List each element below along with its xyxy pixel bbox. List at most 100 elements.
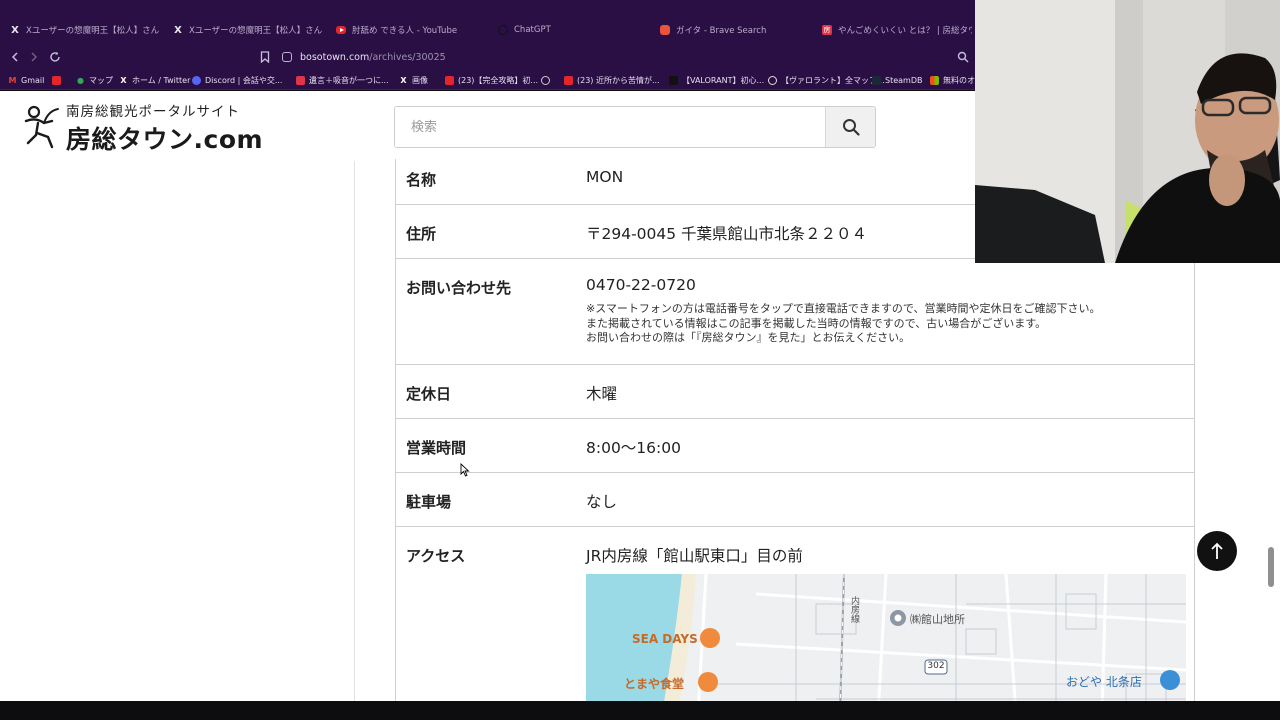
tab-title: ChatGPT: [514, 25, 551, 35]
bookmark-item[interactable]: ● マップ: [76, 73, 113, 87]
bookmark-item[interactable]: 【ヴァロラント】全マップ...: [768, 73, 885, 87]
search-icon: [842, 119, 860, 136]
row-label: 住所: [406, 225, 437, 243]
browser-tab[interactable]: 房 やんごめくいくい とは？ | 房総タウン.com: [822, 21, 972, 39]
bookmark-item[interactable]: [541, 73, 550, 87]
row-value: 木曜: [586, 385, 618, 403]
bookmark-label: SteamDB: [885, 75, 923, 85]
bookmark-icon[interactable]: [256, 48, 274, 66]
row-value: MON: [586, 168, 624, 186]
chatgpt-icon: [498, 25, 508, 35]
bookmark-item[interactable]: [52, 73, 61, 87]
browser-tab[interactable]: 肘舐め できる人 - YouTube: [336, 21, 486, 39]
map-label: とまや食堂: [624, 677, 685, 691]
bookmark-item[interactable]: 【VALORANT】初心...: [669, 73, 764, 87]
url-domain: bosotown.com: [300, 51, 370, 63]
info-row-hours: 営業時間 8:00〜16:00: [396, 419, 1194, 473]
youtube-icon: [445, 75, 454, 85]
bookmark-label: 画像: [412, 75, 428, 85]
youtube-icon: [52, 75, 61, 85]
bookmark-label: 【VALORANT】初心...: [682, 75, 765, 85]
tab-title: Xユーザーの惣魔明王【松人】さん: 「https: [26, 26, 160, 36]
note-line: お問い合わせの際は「『房総タウン』を見た」とお伝えください。: [586, 331, 911, 344]
row-label: 定休日: [406, 385, 452, 403]
tab-title: Xユーザーの惣魔明王【松人】さん: 「https: [189, 26, 323, 36]
bookmark-item[interactable]: (23) 近所から苦情が...: [564, 73, 660, 87]
sidebar-divider: [354, 161, 355, 701]
bookmark-label: Gmail: [21, 75, 45, 85]
maps-icon: ●: [77, 75, 84, 85]
web-icon: [768, 75, 777, 85]
row-value: 8:00〜16:00: [586, 439, 681, 457]
x-icon: X: [400, 75, 407, 85]
youtube-icon: [564, 75, 573, 85]
search-button[interactable]: [825, 107, 875, 147]
bookmark-item[interactable]: Discord | 会話や交...: [192, 73, 282, 87]
steamdb-icon: [872, 75, 881, 85]
logo-runner-icon: [24, 105, 59, 149]
taskbar-strip: [0, 701, 1280, 720]
site-title: 房総タウン.com: [66, 125, 264, 154]
browser-tab[interactable]: X Xユーザーの惣魔明王【松人】さん: 「https: [173, 21, 323, 39]
scroll-to-top-button[interactable]: [1197, 531, 1237, 571]
bookmark-item[interactable]: M Gmail: [8, 73, 45, 87]
row-label: 駐車場: [406, 493, 452, 511]
bookmark-label: ホーム / Twitter: [132, 75, 191, 85]
bookmark-label: マップ: [89, 75, 113, 85]
browser-tab[interactable]: ガイタ - Brave Search: [660, 21, 810, 39]
bookmark-item[interactable]: SteamDB: [872, 73, 922, 87]
gmail-icon: M: [8, 75, 17, 85]
embedded-map[interactable]: SEA DAYS とまや食堂 内房線 ㈱館山地所 302 おどや 北条店: [586, 574, 1186, 701]
url-path: /archives/30025: [369, 51, 446, 63]
site-tagline: 南房総観光ポータルサイト: [66, 104, 240, 120]
info-row-parking: 駐車場 なし: [396, 473, 1194, 527]
browser-tab[interactable]: X Xユーザーの惣魔明王【松人】さん: 「https: [10, 21, 160, 39]
forward-icon[interactable]: [25, 48, 43, 66]
note-line: また掲載されている情報はこの記事を掲載した当時の情報ですので、古い場合がございま…: [586, 316, 1047, 330]
note-line: ※スマートフォンの方は電話番号をタップで直接電話できますので、営業時間や定休日を…: [586, 302, 1101, 315]
tab-title: 肘舐め できる人 - YouTube: [352, 26, 458, 36]
info-row-access: アクセス JR内房線「館山駅東口」目の前 SEA DAYS とまや食堂 内房線 …: [396, 527, 1194, 701]
back-icon[interactable]: [6, 48, 24, 66]
valorant-icon: [669, 75, 678, 85]
reload-icon[interactable]: [46, 48, 64, 66]
bookmark-item[interactable]: X 画像: [399, 73, 428, 87]
app-icon: [296, 75, 305, 85]
bookmark-item[interactable]: (23)【完全攻略】初...: [445, 73, 538, 87]
bookmark-label: Discord | 会話や交...: [205, 75, 283, 85]
zoom-icon[interactable]: [954, 48, 972, 66]
search-box: [394, 106, 876, 148]
bookmark-label: 【ヴァロラント】全マップ...: [781, 75, 885, 85]
phone-link[interactable]: 0470-22-0720: [586, 276, 696, 294]
mouse-cursor-icon: [460, 463, 470, 477]
bookmark-label: 遺言＋吸音が一つに...: [309, 75, 389, 85]
row-label: お問い合わせ先: [406, 279, 512, 297]
bookmark-label: (23) 近所から苦情が...: [577, 75, 660, 85]
bookmark-label: 無料のオ: [943, 75, 975, 85]
bookmark-item[interactable]: 無料のオ: [930, 73, 975, 87]
search-input[interactable]: [395, 107, 827, 147]
scrollbar-thumb[interactable]: [1268, 547, 1274, 587]
info-row-closed-day: 定休日 木曜: [396, 365, 1194, 419]
x-icon: X: [11, 24, 19, 36]
map-label: ㈱館山地所: [910, 613, 965, 626]
bookmark-item[interactable]: 遺言＋吸音が一つに...: [296, 73, 389, 87]
address-bar[interactable]: bosotown.com/archives/30025: [282, 47, 982, 67]
x-icon: X: [174, 24, 182, 36]
x-icon: X: [120, 75, 127, 85]
browser-tab[interactable]: ChatGPT: [498, 21, 648, 39]
brave-icon: [660, 25, 670, 35]
map-label: おどや 北条店: [1066, 675, 1142, 689]
bookmark-label: (23)【完全攻略】初...: [458, 75, 539, 85]
row-label: 営業時間: [406, 439, 467, 457]
webcam-feed-image: [975, 0, 1280, 263]
row-value: JR内房線「館山駅東口」目の前: [586, 547, 803, 565]
site-logo[interactable]: 南房総観光ポータルサイト 房総タウン.com: [22, 99, 264, 154]
bosotown-icon: 房: [822, 25, 832, 35]
webcam-overlay: [975, 0, 1280, 263]
site-info-icon[interactable]: [282, 52, 292, 62]
info-row-contact: お問い合わせ先 0470-22-0720 ※スマートフォンの方は電話番号をタップ…: [396, 259, 1194, 365]
map-label: 内房線: [849, 596, 859, 623]
youtube-icon: [336, 26, 346, 34]
bookmark-item[interactable]: X ホーム / Twitter: [119, 73, 190, 87]
